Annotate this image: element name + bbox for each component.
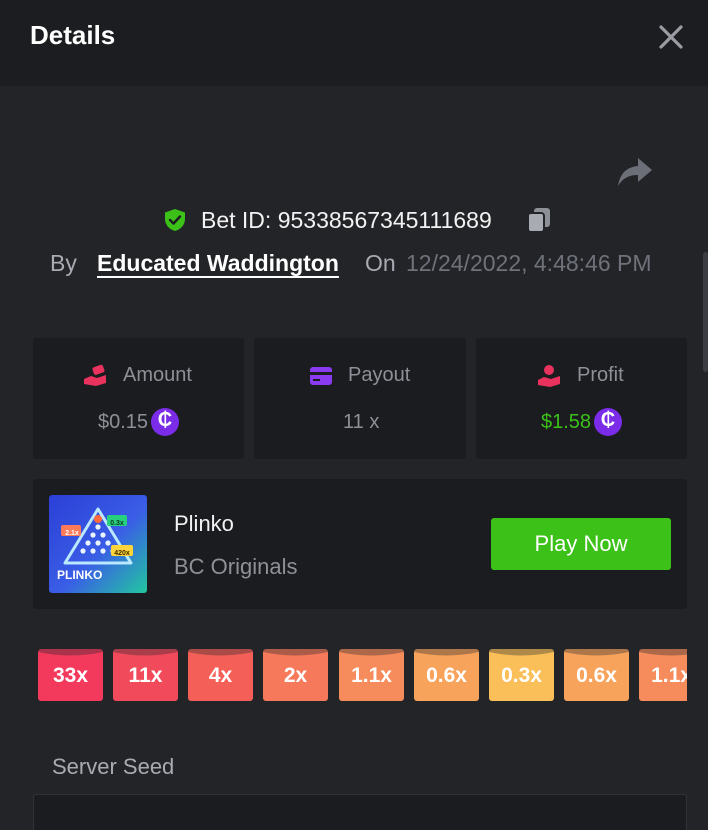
coin-icon: ₵ [151,408,179,436]
close-icon[interactable] [656,22,686,52]
thumb-title: PLINKO [57,568,103,582]
bet-id: Bet ID: 95338567345111689 [201,207,492,233]
multiplier-slot: 1.1x [639,649,687,701]
amount-label: Amount [123,364,192,386]
coin-icon: ₵ [594,408,622,436]
multiplier-slot: 0.6x [414,649,479,701]
multiplier-slot: 33x [38,649,103,701]
by-label: By [50,250,77,276]
game-provider: BC Originals [174,554,298,579]
copy-icon[interactable] [526,206,552,234]
game-card: 2.1x 0.3x 420x PLINKO Plinko BC Original… [33,479,687,609]
shield-check-icon [165,209,185,231]
server-seed-label: Server Seed [52,754,175,779]
details-header: Details [0,0,708,86]
game-name[interactable]: Plinko [174,511,234,537]
profit-card: Profit $1.58 ₵ [476,338,687,459]
play-now-button[interactable]: Play Now [491,518,671,570]
multiplier-slot: 4x [188,649,253,701]
card-icon [310,367,332,385]
multiplier-slot: 1.1x [339,649,404,701]
game-thumbnail[interactable]: 2.1x 0.3x 420x PLINKO [49,495,147,593]
multiplier-slot: 11x [113,649,178,701]
multiplier-row: 33x 11x 4x 2x 1.1x 0.6x 0.3x 0.6x 1.1x [38,649,687,701]
multiplier-slot: 0.6x [564,649,629,701]
on-label: On [365,250,396,276]
multiplier-slot: 0.3x [489,649,554,701]
money-hand-icon [84,364,106,386]
page-title: Details [30,20,116,50]
profit-value: $1.58 [541,411,592,433]
profit-hand-icon [538,365,560,387]
payout-label: Payout [348,364,411,386]
amount-card: Amount $0.15 ₵ [33,338,244,459]
payout-value: 11 x [343,411,380,433]
share-icon[interactable] [616,156,654,188]
bet-datetime: 12/24/2022, 4:48:46 PM [406,250,652,276]
bet-id-row: Bet ID: 95338567345111689 [0,203,708,237]
bet-owner-row: By Educated Waddington On 12/24/2022, 4:… [0,248,708,280]
multiplier-slot: 2x [263,649,328,701]
server-seed-box [33,794,687,830]
username-link[interactable]: Educated Waddington [97,250,339,277]
profit-label: Profit [577,364,624,386]
payout-card: Payout 11 x [254,338,466,459]
amount-value: $0.15 [98,411,149,433]
